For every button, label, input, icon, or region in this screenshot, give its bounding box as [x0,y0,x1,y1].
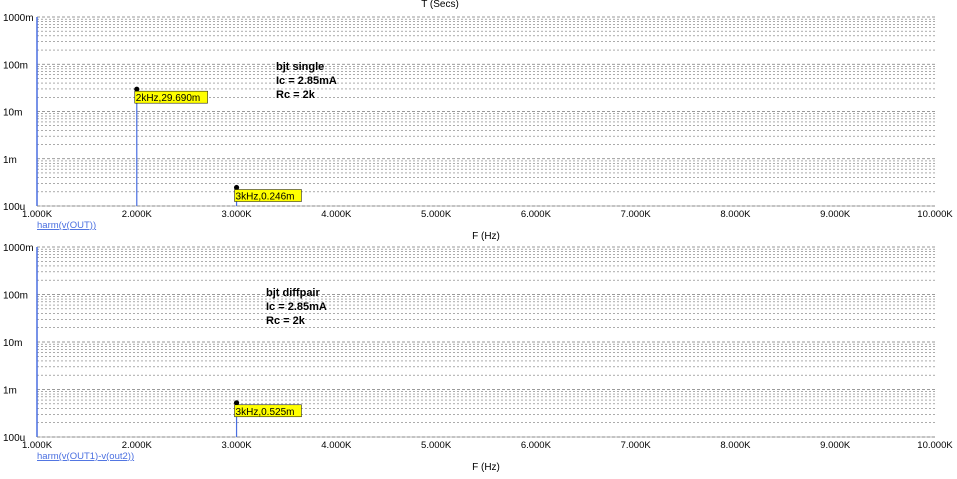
x-tick-label: 6.000K [521,440,552,451]
y-tick-label: 10m [3,108,22,119]
data-label: 3kHz,0.246m [236,192,295,203]
y-tick-label: 1000m [3,243,34,254]
annotation-line: Ic = 2.85mA [276,75,337,87]
y-tick-label: 1m [3,155,17,166]
annotation-line: Ic = 2.85mA [266,301,327,313]
x-tick-label: 3.000K [221,440,252,451]
x-axis-label: F (Hz) [472,462,500,473]
x-tick-label: 8.000K [720,209,751,220]
annotation-line: bjt diffpair [266,287,320,299]
annotation-line: Rc = 2k [266,315,306,327]
x-tick-label: 4.000K [321,209,352,220]
x-tick-label: 5.000K [421,440,452,451]
x-tick-label: 10.000K [917,209,953,220]
x-tick-label: 1.000K [22,209,53,220]
x-tick-label: 9.000K [820,209,851,220]
trace-name: harm(v(OUT)) [37,220,96,231]
x-tick-label: 10.000K [917,440,953,451]
annotation-line: Rc = 2k [276,89,316,101]
x-tick-label: 9.000K [820,440,851,451]
x-tick-label: 2.000K [122,440,153,451]
x-tick-label: 7.000K [621,440,652,451]
x-tick-label: 3.000K [221,209,252,220]
harmonic-plot-window: T (Secs) 1000m100m10m1m100u1.000K 2.000K 3… [3,0,953,473]
top-axis-label: T (Secs) [421,0,459,10]
y-tick-label: 1m [3,386,17,397]
trace-name: harm(v(OUT1)-v(out2)) [37,451,134,462]
plot-diffpair: 1000m100m10m1m100u1.000K 2.000K 3.000K 4.00… [3,243,953,473]
data-label: 2kHz,29.690m [136,93,200,104]
x-tick-label: 7.000K [621,209,652,220]
y-tick-label: 1000m [3,13,34,24]
x-tick-label: 4.000K [321,440,352,451]
plot-single: 1000m100m10m1m100u1.000K 2.000K 3.000K 4.00… [3,13,953,242]
x-tick-label: 8.000K [720,440,751,451]
annotation-line: bjt single [276,61,324,73]
x-tick-label: 1.000K [22,440,53,451]
y-tick-label: 100m [3,60,28,71]
x-tick-label: 2.000K [122,209,153,220]
y-tick-label: 10m [3,338,22,349]
x-tick-label: 5.000K [421,209,452,220]
x-axis-label: F (Hz) [472,231,500,242]
x-tick-label: 6.000K [521,209,552,220]
data-label: 3kHz,0.525m [236,407,295,418]
y-tick-label: 100m [3,291,28,302]
